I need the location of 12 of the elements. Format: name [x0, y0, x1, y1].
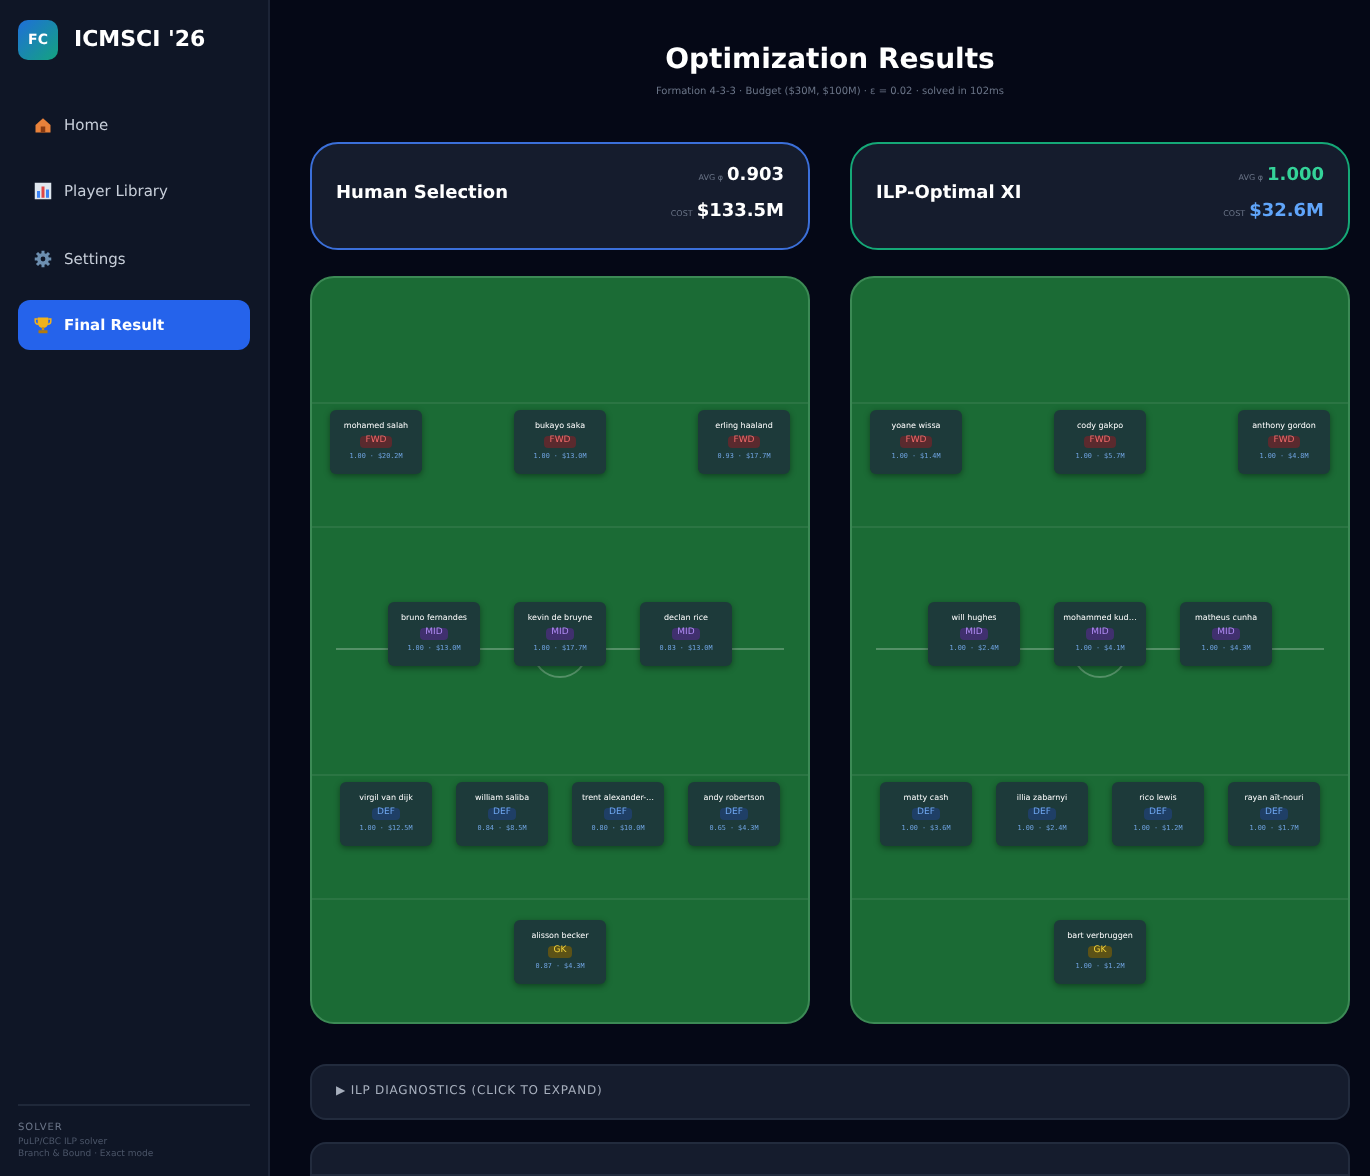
- cost-value: $133.5M: [696, 199, 784, 225]
- bar-chart-icon: [34, 182, 52, 201]
- team-name: Human Selection: [336, 181, 509, 208]
- page-title: Optimization Results: [663, 42, 997, 80]
- app-title: ICMSCI '26: [74, 23, 206, 56]
- team-name: ILP-Optimal XI: [876, 181, 1022, 208]
- avg-value: 0.903: [727, 164, 784, 190]
- trophy-icon: [34, 315, 52, 334]
- avg-value: 1.000: [1267, 164, 1324, 190]
- settings-icon: [34, 249, 52, 268]
- cost-value: $32.6M: [1249, 199, 1324, 225]
- home-icon: [34, 116, 52, 135]
